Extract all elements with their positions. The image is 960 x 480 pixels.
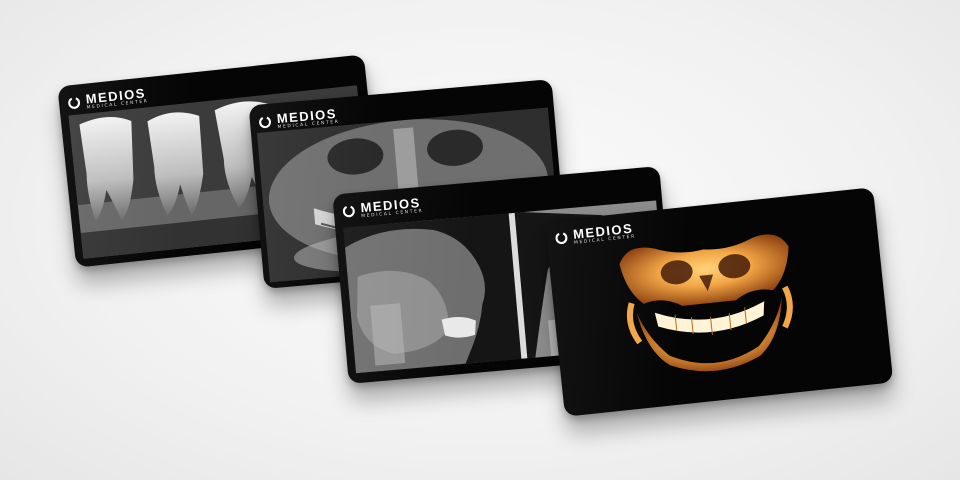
3d-jaw-render-image [607,225,811,384]
logo-ring-icon [259,116,272,129]
3d-jaw-scan-card: MEDIOS MEDICAL CENTER [544,187,894,417]
logo-ring-icon [555,232,568,245]
brand-logo: MEDIOS MEDICAL CENTER [341,195,424,222]
logo-ring-icon [342,205,355,218]
logo-ring-icon [68,97,81,110]
card-stack-scene: MEDIOS MEDICAL CENTER MEDIOS MEDICAL CEN… [0,0,960,480]
